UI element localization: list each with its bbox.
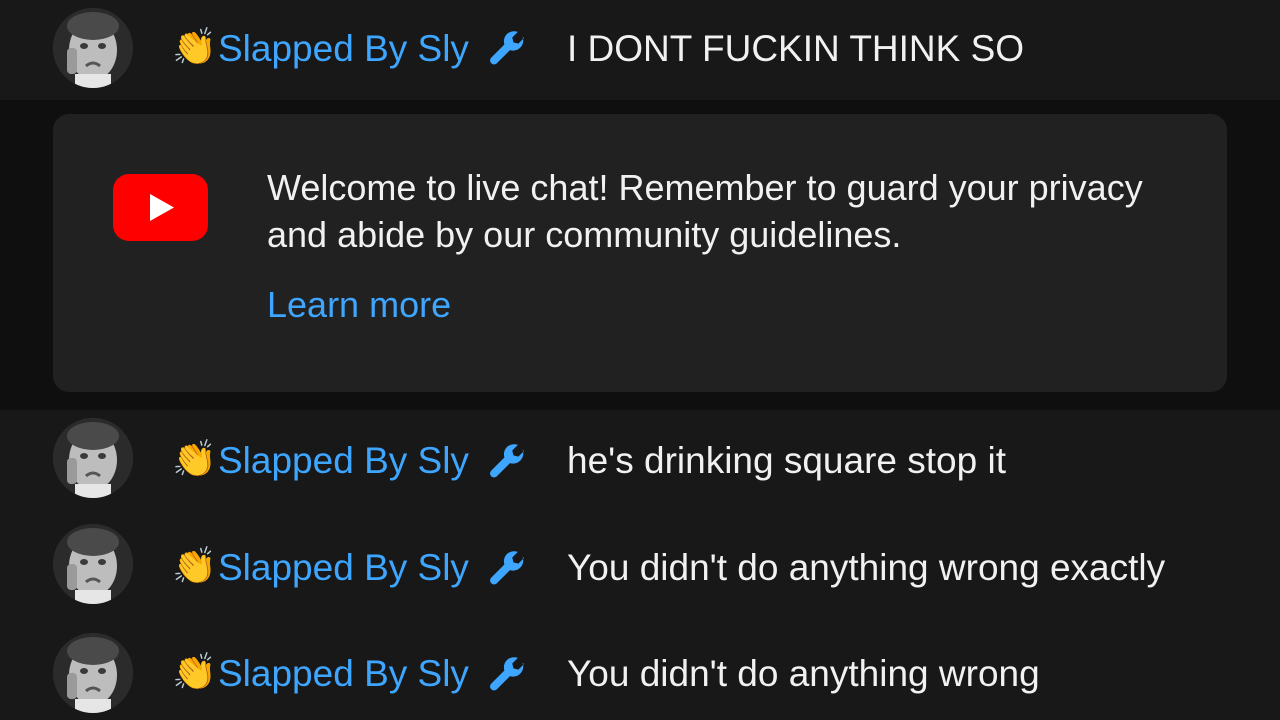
avatar-image — [53, 418, 133, 498]
clapping-hands-icon: 👏 — [172, 438, 217, 479]
clapping-hands-icon: 👏 — [172, 26, 217, 67]
clapping-hands-icon: 👏 — [172, 651, 217, 692]
avatar[interactable] — [53, 8, 133, 88]
author-name[interactable]: Slapped By Sly — [218, 27, 469, 71]
avatar-image — [53, 633, 133, 713]
author-name[interactable]: Slapped By Sly — [218, 439, 469, 483]
welcome-banner-strip: Welcome to live chat! Remember to guard … — [0, 100, 1280, 410]
avatar[interactable] — [53, 633, 133, 713]
learn-more-link[interactable]: Learn more — [267, 283, 451, 327]
chat-message: 👏 Slapped By Sly he's drinking square st… — [0, 410, 1280, 514]
wrench-icon — [490, 31, 524, 65]
message-text: You didn't do anything wrong exactly — [567, 547, 1166, 588]
author-name[interactable]: Slapped By Sly — [218, 652, 469, 696]
avatar-image — [53, 8, 133, 88]
welcome-text: Welcome to live chat! Remember to guard … — [267, 167, 1143, 255]
avatar[interactable] — [53, 524, 133, 604]
youtube-logo-icon — [113, 174, 208, 241]
message-text: I DONT FUCKIN THINK SO — [567, 28, 1025, 69]
message-text: You didn't do anything wrong — [567, 653, 1040, 694]
wrench-icon — [490, 657, 524, 691]
welcome-banner: Welcome to live chat! Remember to guard … — [53, 114, 1227, 392]
chat-message: 👏 Slapped By Sly You didn't do anything … — [0, 514, 1280, 620]
chat-message: 👏 Slapped By Sly You didn't do anything … — [0, 620, 1280, 720]
wrench-icon — [490, 444, 524, 478]
message-text: he's drinking square stop it — [567, 440, 1006, 481]
author-name[interactable]: Slapped By Sly — [218, 546, 469, 590]
avatar[interactable] — [53, 418, 133, 498]
wrench-icon — [490, 551, 524, 585]
clapping-hands-icon: 👏 — [172, 545, 217, 586]
avatar-image — [53, 524, 133, 604]
live-chat: 👏 Slapped By Sly I DONT FUCKIN THINK SO … — [0, 0, 1280, 720]
chat-message: 👏 Slapped By Sly I DONT FUCKIN THINK SO — [0, 0, 1280, 100]
